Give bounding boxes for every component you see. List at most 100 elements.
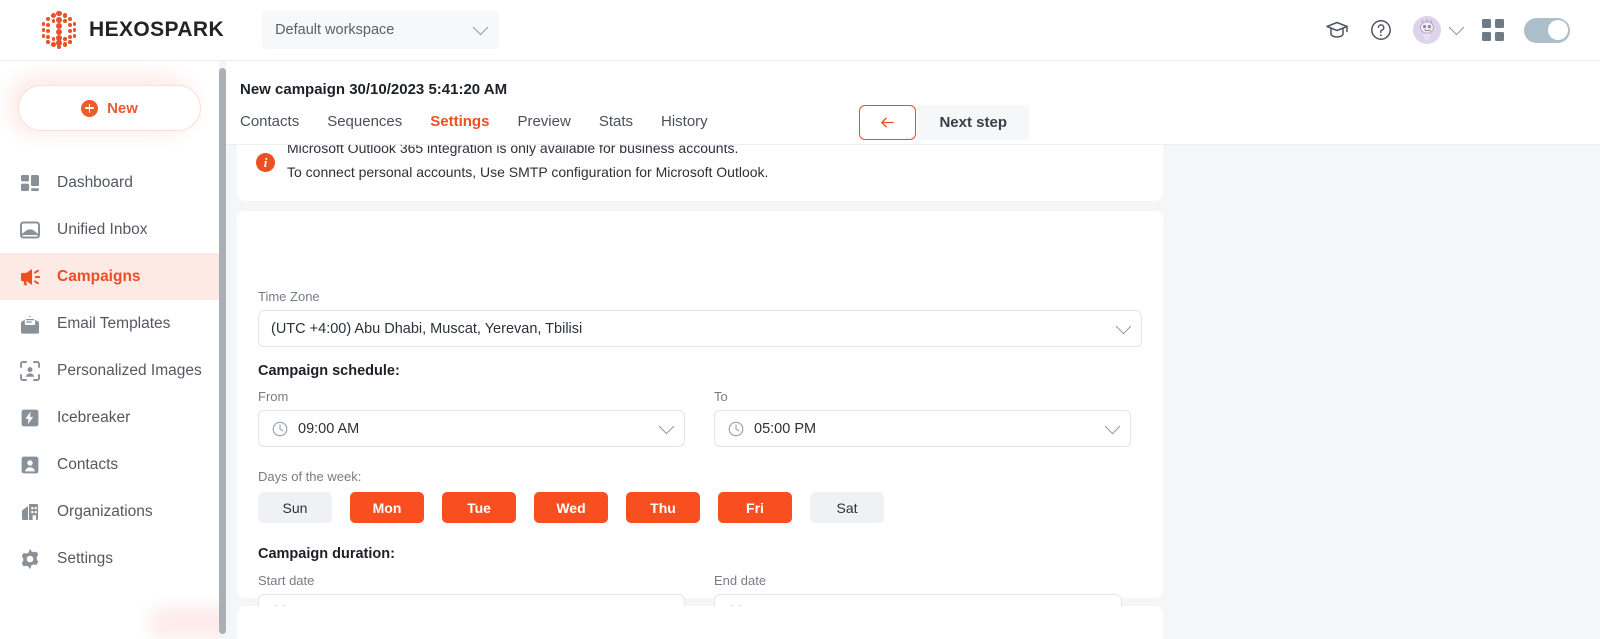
gear-icon [21, 548, 39, 569]
new-button-wrapper: New [0, 61, 219, 135]
sidebar-item-label: Dashboard [57, 173, 133, 191]
day-button-wed[interactable]: Wed [534, 492, 608, 523]
settings-card: Time Zone (UTC +4:00) Abu Dhabi, Muscat,… [237, 211, 1163, 631]
next-step-button[interactable]: Next step [917, 105, 1029, 140]
from-time-value: 09:00 AM [298, 420, 360, 437]
main-content: i Microsoft Outlook 365 integration is o… [226, 61, 1600, 639]
scrollbar-thumb[interactable] [219, 68, 226, 634]
apps-grid-icon[interactable] [1482, 19, 1504, 41]
avatar-chevron-down-icon[interactable] [1448, 19, 1465, 36]
logo-dot [56, 22, 62, 29]
megaphone-icon [21, 268, 41, 285]
alert-line-1: Microsoft Outlook 365 integration is onl… [287, 145, 739, 156]
new-button[interactable]: New [18, 85, 201, 131]
workspace-selector[interactable]: Default workspace [262, 11, 500, 49]
top-bar: HEXOSPARK Default workspace [0, 0, 1600, 61]
sidebar-item-unified-inbox[interactable]: Unified Inbox [0, 206, 219, 253]
timezone-label: Time Zone [258, 289, 320, 304]
logo-dot [51, 42, 56, 47]
day-button-sun[interactable]: Sun [258, 492, 332, 523]
logo-dot [72, 28, 77, 32]
logo-dot [56, 28, 62, 35]
header-actions: Next step [859, 105, 1029, 140]
sidebar-item-settings[interactable]: Settings [0, 535, 219, 582]
grid-cell [1495, 32, 1504, 41]
day-button-thu[interactable]: Thu [626, 492, 700, 523]
grid-cell [1482, 19, 1491, 28]
logo-dot [68, 40, 72, 44]
clock-icon [728, 421, 744, 436]
logo-dot [72, 34, 77, 38]
tab-contacts[interactable]: Contacts [240, 113, 299, 132]
from-label: From [258, 389, 289, 404]
sidebar-item-label: Organizations [57, 502, 153, 520]
day-button-sat[interactable]: Sat [810, 492, 884, 523]
sidebar-bottom-glow [150, 607, 219, 639]
logo-dot [57, 45, 61, 49]
grid-cell [1495, 19, 1504, 28]
logo-dot [51, 13, 56, 18]
campaign-schedule-heading: Campaign schedule: [258, 363, 400, 379]
logo-dot [63, 37, 67, 41]
sidebar-item-email-templates[interactable]: Email Templates [0, 300, 219, 347]
logo-dot [41, 34, 46, 38]
theme-toggle[interactable] [1524, 17, 1570, 43]
help-circle-icon[interactable] [1369, 18, 1393, 42]
new-button-label: New [107, 99, 138, 117]
academy-cap-icon[interactable] [1325, 18, 1349, 42]
day-button-mon[interactable]: Mon [350, 492, 424, 523]
end-date-label: End date [714, 573, 767, 588]
timezone-select[interactable]: (UTC +4:00) Abu Dhabi, Muscat, Yerevan, … [258, 310, 1142, 347]
from-time-select[interactable]: 09:00 AM [258, 410, 685, 447]
next-card [237, 606, 1163, 639]
inbox-icon [20, 221, 40, 238]
logo-dot [67, 28, 73, 34]
sidebar-item-campaigns[interactable]: Campaigns [0, 253, 219, 300]
chevron-down-icon [472, 19, 489, 36]
alert-card: i Microsoft Outlook 365 integration is o… [237, 145, 1163, 201]
alert-line-2: To connect personal accounts, Use SMTP c… [287, 164, 769, 180]
start-date-label: Start date [258, 573, 315, 588]
email-template-icon [21, 315, 39, 334]
sidebar-item-dashboard[interactable]: Dashboard [0, 159, 219, 206]
logo-dot [41, 22, 46, 26]
timezone-field: Time Zone (UTC +4:00) Abu Dhabi, Muscat,… [258, 289, 1142, 347]
logo-dot [63, 19, 67, 23]
grid-cell [1482, 32, 1491, 41]
sidebar-item-personalized-images[interactable]: Personalized Images [0, 347, 219, 394]
day-button-tue[interactable]: Tue [442, 492, 516, 523]
logo-dot [56, 10, 62, 17]
logo-dot [67, 22, 73, 28]
logo-dot [41, 28, 46, 32]
schedule-to-field: To 05:00 PM [714, 389, 1131, 447]
alert-inner: i Microsoft Outlook 365 integration is o… [237, 145, 1163, 201]
workspace-label: Default workspace [275, 22, 395, 38]
clock-icon [272, 421, 288, 436]
logo-dot [56, 16, 62, 23]
personalized-image-icon [20, 360, 40, 381]
sidebar-item-organizations[interactable]: Organizations [0, 488, 219, 535]
day-button-fri[interactable]: Fri [718, 492, 792, 523]
sidebar-item-label: Email Templates [57, 314, 171, 332]
tab-history[interactable]: History [661, 113, 708, 132]
tab-preview[interactable]: Preview [517, 113, 570, 132]
sidebar-item-contacts[interactable]: Contacts [0, 441, 219, 488]
logo-dot [45, 22, 51, 28]
schedule-from-field: From 09:00 AM [258, 389, 685, 447]
tab-sequences[interactable]: Sequences [327, 113, 402, 132]
logo-dot [72, 22, 77, 26]
timezone-value: (UTC +4:00) Abu Dhabi, Muscat, Yerevan, … [271, 320, 583, 337]
logo-dot [46, 40, 50, 44]
sidebar-item-label: Campaigns [57, 267, 141, 285]
hexospark-logo-icon [38, 10, 78, 50]
tab-stats[interactable]: Stats [599, 113, 633, 132]
page-title: New campaign 30/10/2023 5:41:20 AM [240, 81, 508, 98]
sidebar-item-icebreaker[interactable]: Icebreaker [0, 394, 219, 441]
avatar[interactable] [1413, 16, 1441, 44]
to-time-select[interactable]: 05:00 PM [714, 410, 1131, 447]
chevron-down-icon [658, 418, 675, 434]
logo-dot [51, 37, 56, 41]
tab-settings[interactable]: Settings [430, 113, 489, 132]
sidebar-item-label: Personalized Images [57, 361, 202, 379]
back-button[interactable] [859, 105, 917, 140]
